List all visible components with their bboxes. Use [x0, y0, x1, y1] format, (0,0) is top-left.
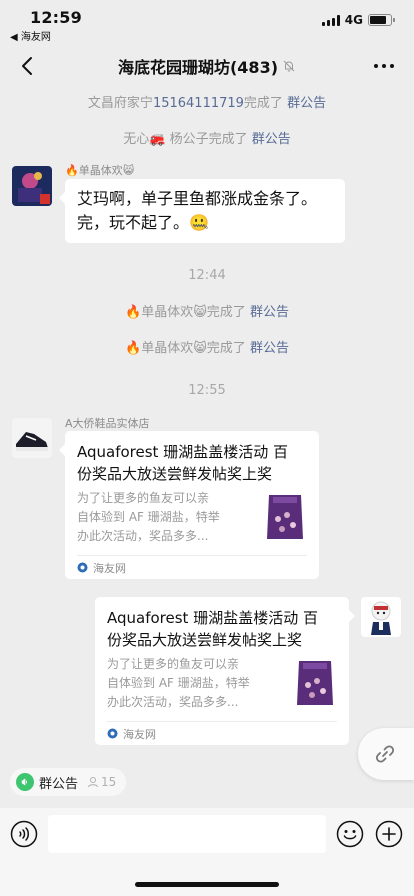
- back-to-app-link[interactable]: ◀ 海友网: [10, 28, 51, 43]
- status-time: 12:59: [30, 8, 82, 27]
- card-desc-line: 自体验到 AF 珊湖盐，特举: [77, 510, 220, 524]
- bell-off-icon: [283, 60, 295, 72]
- timestamp: 12:44: [188, 268, 226, 283]
- emoji-icon[interactable]: [336, 820, 364, 848]
- person-icon: [88, 777, 99, 788]
- avatar[interactable]: [12, 418, 52, 458]
- system-message: 文昌府家宁15164111719完成了 群公告: [87, 96, 327, 111]
- status-indicators: 4G: [321, 13, 395, 27]
- chat-title: 海底花园珊瑚坊(483): [117, 58, 279, 77]
- message-text-line: 艾玛啊，单子里鱼都涨成金条了。: [77, 189, 318, 208]
- avatar[interactable]: [361, 597, 401, 637]
- message-text-line: 完，玩不起了。🤐: [77, 213, 209, 232]
- card-desc-line: 为了让更多的鱼友可以亲: [107, 657, 240, 671]
- status-bar: 12:59 ◀ 海友网 4G: [0, 0, 414, 44]
- system-message: 🔥单晶体欢😸完成了 群公告: [125, 341, 289, 356]
- card-title-line: 份奖品大放送尝鲜发帖奖上奖: [107, 631, 303, 649]
- link-card[interactable]: Aquaforest 珊湖盐盖楼活动 百 份奖品大放送尝鲜发帖奖上奖 为了让更多…: [95, 597, 355, 745]
- network-type: 4G: [344, 13, 363, 27]
- message-bubble[interactable]: 艾玛啊，单子里鱼都涨成金条了。 完，玩不起了。🤐: [59, 179, 345, 243]
- share-link-button[interactable]: [358, 728, 414, 780]
- notice-icon: [16, 773, 34, 791]
- source-logo-icon: [107, 728, 118, 739]
- card-desc-line: 为了让更多的鱼友可以亲: [77, 491, 210, 505]
- card-title-line: Aquaforest 珊湖盐盖楼活动 百: [107, 609, 318, 627]
- home-indicator: [135, 882, 279, 887]
- chat-title-group: 海底花园珊瑚坊(483): [118, 54, 296, 78]
- card-title-line: 份奖品大放送尝鲜发帖奖上奖: [77, 465, 273, 483]
- chevron-left-icon[interactable]: [14, 52, 40, 80]
- product-thumbnail: [297, 661, 333, 705]
- phone-link[interactable]: 15164111719: [153, 96, 244, 111]
- card-title-line: Aquaforest 珊湖盐盖楼活动 百: [77, 443, 288, 461]
- message-list[interactable]: 文昌府家宁15164111719完成了 群公告 无心🚒 杨公子完成了 群公告 🔥…: [0, 88, 414, 760]
- card-source-label: 海友网: [123, 727, 156, 741]
- signal-icon: [321, 14, 340, 26]
- group-notice-link[interactable]: 群公告: [287, 96, 326, 111]
- notice-label: 群公告: [39, 776, 79, 792]
- group-notice-link[interactable]: 群公告: [252, 132, 291, 147]
- card-source-label: 海友网: [93, 561, 126, 575]
- chat-header: 海底花园珊瑚坊(483): [0, 44, 414, 88]
- input-bar: [0, 808, 414, 896]
- system-message: 无心🚒 杨公子完成了 群公告: [123, 132, 291, 147]
- card-source: 海友网: [77, 555, 307, 579]
- group-notice-chip[interactable]: 群公告 15: [10, 768, 127, 796]
- group-notice-link[interactable]: 群公告: [250, 305, 289, 320]
- more-dots-icon[interactable]: [374, 56, 394, 76]
- card-desc-line: 办此次活动，奖品多多...: [107, 695, 239, 709]
- timestamp: 12:55: [188, 383, 226, 398]
- system-message: 🔥单晶体欢😸完成了 群公告: [125, 305, 289, 320]
- card-desc-line: 办此次活动，奖品多多...: [77, 529, 209, 543]
- voice-icon[interactable]: [10, 820, 38, 848]
- avatar[interactable]: [12, 166, 52, 206]
- plus-circle-icon[interactable]: [375, 820, 403, 848]
- product-thumbnail: [267, 495, 303, 539]
- card-source: 海友网: [107, 721, 337, 745]
- message-input[interactable]: [48, 815, 326, 853]
- sender-name: A大侨鞋品实体店: [65, 417, 150, 430]
- card-desc-line: 自体验到 AF 珊湖盐，特举: [107, 676, 250, 690]
- notice-read-count: 15: [87, 775, 116, 789]
- sender-name: 🔥单晶体欢😸: [65, 164, 135, 177]
- link-icon: [375, 745, 395, 763]
- group-notice-link[interactable]: 群公告: [250, 341, 289, 356]
- battery-icon: [368, 14, 395, 26]
- source-logo-icon: [77, 562, 88, 573]
- link-card[interactable]: Aquaforest 珊湖盐盖楼活动 百 份奖品大放送尝鲜发帖奖上奖 为了让更多…: [59, 431, 319, 579]
